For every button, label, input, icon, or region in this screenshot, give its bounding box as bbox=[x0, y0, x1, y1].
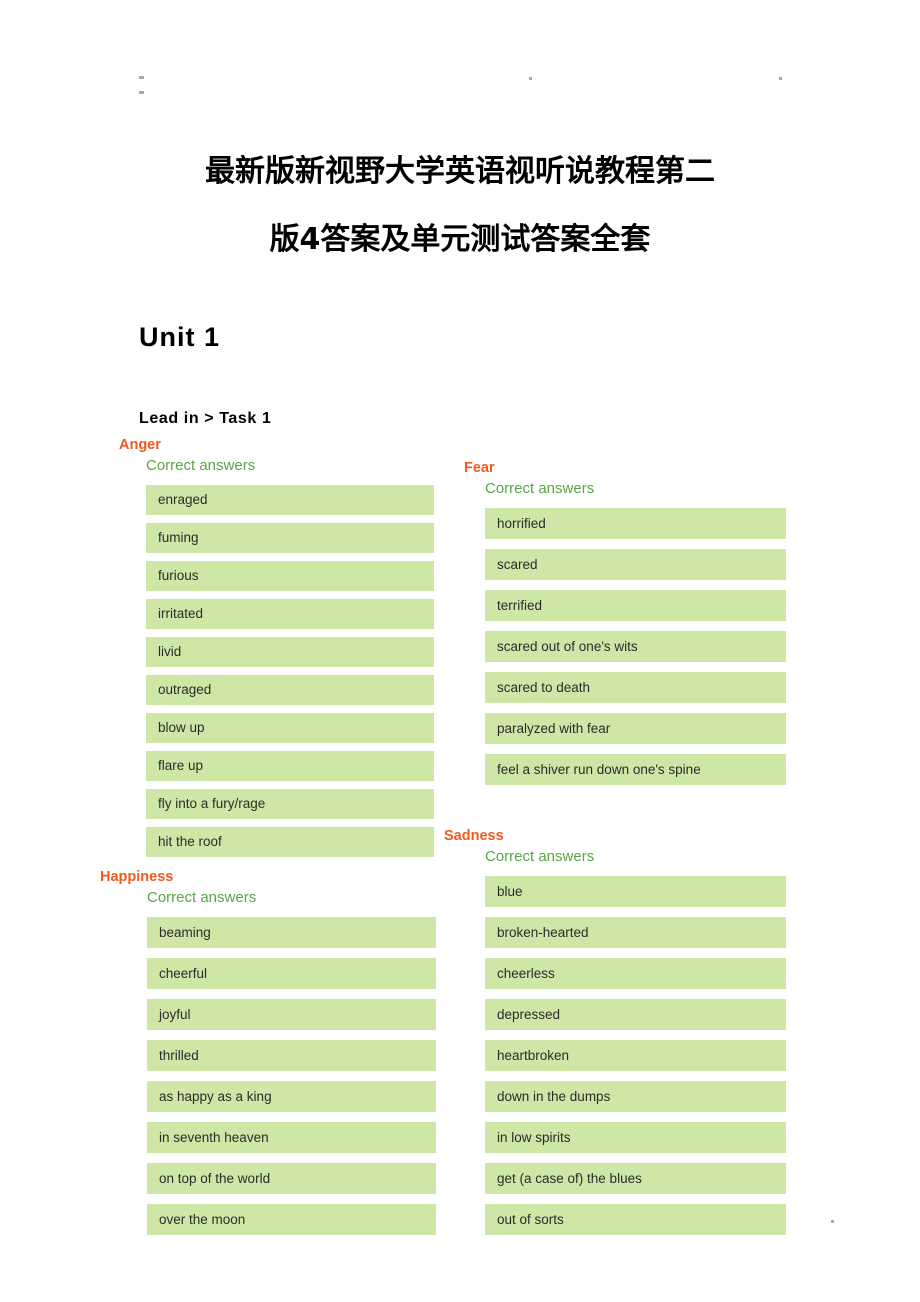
answer-group-fear: Fear Correct answers horrified scared te… bbox=[464, 459, 786, 795]
answer-chip: hit the roof bbox=[146, 827, 434, 857]
answer-group-sadness: Sadness Correct answers blue broken-hear… bbox=[444, 827, 786, 1245]
scan-artifact-dot bbox=[529, 77, 532, 80]
document-page: 最新版新视野大学英语视听说教程第二 版4答案及单元测试答案全套 Unit 1 L… bbox=[0, 0, 920, 1302]
answer-chip: beaming bbox=[147, 917, 436, 948]
answer-chip: feel a shiver run down one's spine bbox=[485, 754, 786, 785]
answer-chip: blow up bbox=[146, 713, 434, 743]
answer-chip: blue bbox=[485, 876, 786, 907]
correct-answers-label: Correct answers bbox=[146, 457, 256, 474]
answer-chip: terrified bbox=[485, 590, 786, 621]
answer-chip: scared bbox=[485, 549, 786, 580]
answer-group-anger: Anger Correct answers enraged fuming fur… bbox=[119, 436, 434, 865]
answer-chip: depressed bbox=[485, 999, 786, 1030]
answer-chip: furious bbox=[146, 561, 434, 591]
answer-chip: flare up bbox=[146, 751, 434, 781]
answer-chip: paralyzed with fear bbox=[485, 713, 786, 744]
unit-heading: Unit 1 bbox=[139, 322, 221, 353]
answer-chip: over the moon bbox=[147, 1204, 436, 1235]
answer-chip-list-happiness: beaming cheerful joyful thrilled as happ… bbox=[147, 917, 436, 1235]
answer-group-happiness: Happiness Correct answers beaming cheerf… bbox=[100, 868, 436, 1245]
answer-chip: in low spirits bbox=[485, 1122, 786, 1153]
answer-chip: outraged bbox=[146, 675, 434, 705]
answer-chip: heartbroken bbox=[485, 1040, 786, 1071]
answer-chip: horrified bbox=[485, 508, 786, 539]
answer-chip: down in the dumps bbox=[485, 1081, 786, 1112]
answer-chip: broken-hearted bbox=[485, 917, 786, 948]
document-title: 最新版新视野大学英语视听说教程第二 版4答案及单元测试答案全套 bbox=[0, 138, 920, 274]
scan-artifact-dot bbox=[139, 76, 144, 79]
answer-chip: enraged bbox=[146, 485, 434, 515]
answer-chip: get (a case of) the blues bbox=[485, 1163, 786, 1194]
answer-chip: thrilled bbox=[147, 1040, 436, 1071]
answer-chip: cheerless bbox=[485, 958, 786, 989]
correct-answers-label: Correct answers bbox=[485, 848, 595, 865]
answer-chip: as happy as a king bbox=[147, 1081, 436, 1112]
scan-artifact-dot bbox=[779, 77, 782, 80]
correct-answers-label: Correct answers bbox=[147, 889, 257, 906]
document-title-line-2: 版4答案及单元测试答案全套 bbox=[269, 222, 651, 258]
answer-chip: fly into a fury/rage bbox=[146, 789, 434, 819]
answer-chip: out of sorts bbox=[485, 1204, 786, 1235]
section-heading: Lead in > Task 1 bbox=[139, 410, 272, 427]
answer-chip: on top of the world bbox=[147, 1163, 436, 1194]
answer-chip: scared out of one's wits bbox=[485, 631, 786, 662]
answer-chip: irritated bbox=[146, 599, 434, 629]
answer-chip: fuming bbox=[146, 523, 434, 553]
answer-chip: livid bbox=[146, 637, 434, 667]
answer-chip-list-fear: horrified scared terrified scared out of… bbox=[485, 508, 786, 785]
answer-chip-list-sadness: blue broken-hearted cheerless depressed … bbox=[485, 876, 786, 1235]
group-title-happiness: Happiness bbox=[100, 869, 174, 885]
group-title-sadness: Sadness bbox=[444, 828, 504, 844]
scan-artifact-dot bbox=[139, 91, 144, 94]
answer-chip: cheerful bbox=[147, 958, 436, 989]
answer-chip: scared to death bbox=[485, 672, 786, 703]
answer-chip: in seventh heaven bbox=[147, 1122, 436, 1153]
scan-artifact-dot bbox=[831, 1220, 834, 1223]
answer-chip-list-anger: enraged fuming furious irritated livid o… bbox=[146, 485, 434, 857]
group-title-fear: Fear bbox=[464, 460, 495, 476]
document-title-line-1: 最新版新视野大学英语视听说教程第二 bbox=[205, 154, 715, 190]
answer-chip: joyful bbox=[147, 999, 436, 1030]
correct-answers-label: Correct answers bbox=[485, 480, 595, 497]
group-title-anger: Anger bbox=[119, 437, 161, 453]
